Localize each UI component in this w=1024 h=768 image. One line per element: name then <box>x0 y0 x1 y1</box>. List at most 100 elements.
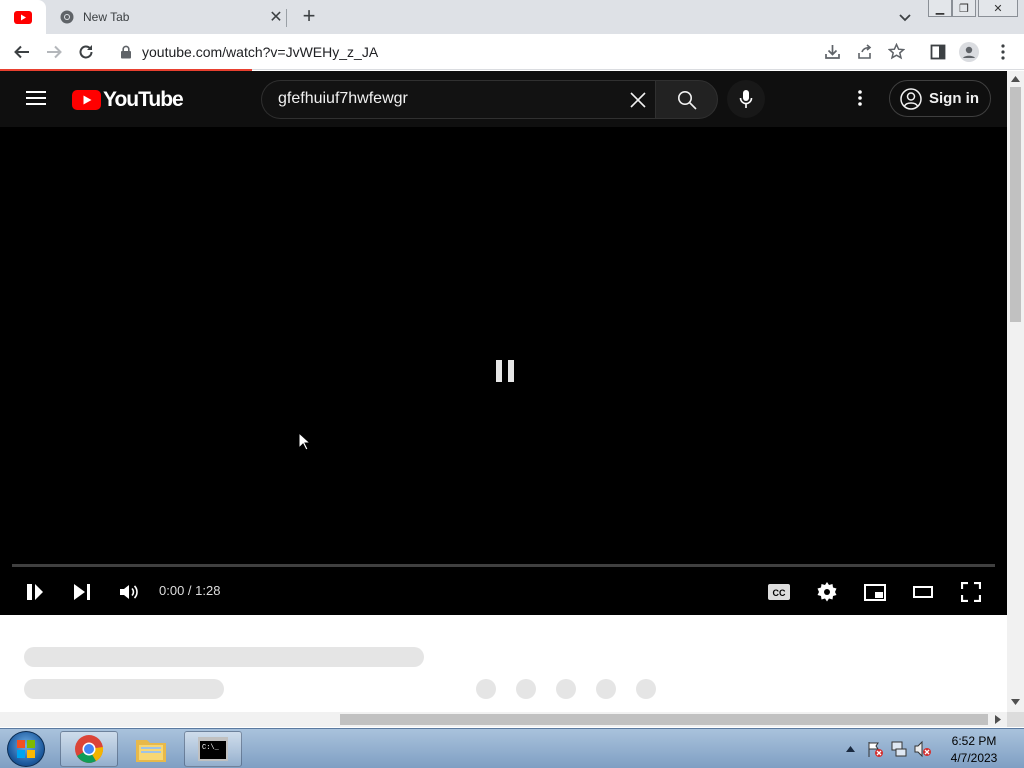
scroll-right-arrow-icon[interactable] <box>995 715 1001 724</box>
video-player[interactable]: 0:00 / 1:28 CC <box>0 127 1007 615</box>
folder-icon <box>136 740 166 762</box>
action-center-flag-icon[interactable] <box>866 740 884 758</box>
youtube-logo-icon <box>72 90 101 110</box>
skeleton-title <box>24 647 424 667</box>
chrome-icon <box>75 735 104 763</box>
skeleton-action <box>636 679 656 699</box>
svg-text:CC: CC <box>773 588 786 598</box>
progress-bar[interactable] <box>12 564 995 567</box>
system-clock[interactable]: 6:52 PM 4/7/2023 <box>944 733 1004 767</box>
horizontal-scrollbar[interactable] <box>0 712 1007 727</box>
forward-button[interactable] <box>44 42 64 62</box>
volume-icon <box>120 585 138 599</box>
chrome-favicon-icon <box>60 10 74 24</box>
voice-search-button[interactable] <box>727 80 765 118</box>
closed-captions-icon: CC <box>768 584 790 600</box>
vertical-scroll-thumb[interactable] <box>1010 87 1021 322</box>
windows-logo-icon <box>17 740 35 758</box>
horizontal-scroll-thumb[interactable] <box>340 714 988 725</box>
fullscreen-button[interactable] <box>958 579 984 605</box>
address-bar[interactable]: youtube.com/watch?v=JvWEHy_z_JA <box>110 38 915 66</box>
theater-mode-button[interactable] <box>910 579 936 605</box>
search-button[interactable] <box>655 80 718 119</box>
scroll-down-arrow-icon[interactable] <box>1011 699 1020 705</box>
next-button[interactable] <box>69 579 95 605</box>
skip-next-icon <box>74 584 90 600</box>
skeleton-action <box>556 679 576 699</box>
command-prompt-icon: C:\_ <box>198 737 228 761</box>
close-window-button[interactable]: ✕ <box>978 0 1018 17</box>
time-display: 0:00 / 1:28 <box>159 583 221 598</box>
tab-youtube[interactable] <box>0 0 46 34</box>
restore-button[interactable]: ❐ <box>952 0 976 17</box>
tab-strip: New Tab ✕ + ▁ ❐ ✕ <box>0 0 1024 34</box>
taskbar: C:\_ 6:52 PM 4/7/2023 <box>0 728 1024 768</box>
start-button[interactable] <box>7 731 45 767</box>
svg-text:C:\_: C:\_ <box>202 744 220 752</box>
show-hidden-icons-icon[interactable] <box>846 746 855 752</box>
kebab-menu-icon <box>1001 44 1005 60</box>
scroll-up-arrow-icon[interactable] <box>1011 76 1020 82</box>
play-pause-button[interactable] <box>22 579 48 605</box>
clear-search-icon[interactable] <box>630 92 646 108</box>
hamburger-menu-icon[interactable] <box>26 90 46 106</box>
search-input[interactable] <box>278 90 618 108</box>
browser-toolbar: youtube.com/watch?v=JvWEHy_z_JA <box>0 34 1024 70</box>
settings-kebab-icon[interactable] <box>858 90 862 106</box>
pause-icon <box>27 584 43 600</box>
taskbar-chrome[interactable] <box>60 731 118 767</box>
network-icon[interactable] <box>890 740 908 758</box>
youtube-favicon-icon <box>14 10 32 24</box>
side-panel-button[interactable] <box>928 42 948 62</box>
bookmark-star-icon[interactable] <box>888 43 905 60</box>
search-icon <box>677 90 697 110</box>
scrollbar-corner <box>1007 712 1024 727</box>
mute-button[interactable] <box>116 579 142 605</box>
miniplayer-button[interactable] <box>862 579 888 605</box>
account-circle-icon <box>900 87 922 110</box>
tab-title: New Tab <box>83 10 130 24</box>
install-app-icon[interactable] <box>824 44 841 60</box>
chrome-menu-button[interactable] <box>993 42 1013 62</box>
mouse-cursor-icon <box>298 432 310 451</box>
captions-button[interactable]: CC <box>766 579 792 605</box>
reload-icon <box>79 45 93 59</box>
youtube-logo[interactable]: YouTube <box>72 88 184 112</box>
sign-in-label: Sign in <box>929 90 979 107</box>
skeleton-action <box>516 679 536 699</box>
side-panel-icon <box>930 44 946 60</box>
tab-new-tab[interactable]: New Tab ✕ <box>48 0 286 34</box>
microphone-icon <box>739 90 753 108</box>
youtube-logo-text: YouTube <box>103 88 184 111</box>
clock-time: 6:52 PM <box>951 734 997 748</box>
miniplayer-icon <box>864 583 886 601</box>
pause-overlay-icon <box>496 360 514 382</box>
new-tab-button[interactable]: + <box>298 5 320 28</box>
skeleton-action <box>596 679 616 699</box>
search-box <box>261 80 655 119</box>
volume-muted-icon[interactable] <box>914 740 932 758</box>
fullscreen-icon <box>961 582 981 602</box>
minimize-button[interactable]: ▁ <box>928 0 952 17</box>
vertical-scrollbar[interactable] <box>1007 71 1024 712</box>
taskbar-file-explorer[interactable] <box>122 731 180 767</box>
profile-avatar-icon <box>959 42 979 62</box>
reload-button[interactable] <box>76 42 96 62</box>
tab-divider <box>286 9 287 27</box>
sign-in-button[interactable]: Sign in <box>889 80 991 117</box>
taskbar-command-prompt[interactable]: C:\_ <box>184 731 242 767</box>
profile-button[interactable] <box>959 42 979 62</box>
tab-search-chevron-icon[interactable] <box>896 8 914 26</box>
tab-close-icon[interactable]: ✕ <box>266 7 286 27</box>
settings-button[interactable] <box>814 579 840 605</box>
gear-icon <box>817 582 837 602</box>
skeleton-action <box>476 679 496 699</box>
share-icon[interactable] <box>856 44 873 60</box>
skeleton-channel <box>24 679 224 699</box>
theater-mode-icon <box>913 586 933 598</box>
lock-icon <box>121 45 131 59</box>
back-button[interactable] <box>12 42 32 62</box>
arrow-left-icon <box>14 45 29 59</box>
arrow-right-icon <box>47 45 62 59</box>
clock-date: 4/7/2023 <box>950 751 998 765</box>
